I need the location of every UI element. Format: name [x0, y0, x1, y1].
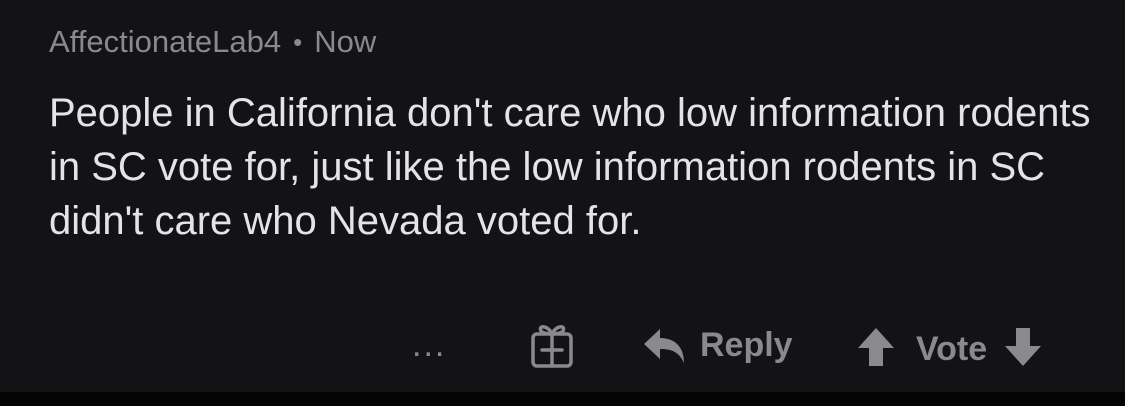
vote-count: Vote: [916, 330, 988, 368]
comment-body: People in California don't care who low …: [49, 91, 1091, 243]
award-button[interactable]: [528, 320, 576, 370]
gift-icon: [531, 325, 573, 368]
more-options-button[interactable]: ...: [412, 328, 446, 362]
comment-actions: ... Reply Vote: [0, 320, 1125, 376]
reply-button[interactable]: Reply: [642, 326, 793, 365]
downvote-button[interactable]: [1003, 326, 1043, 373]
comment-timestamp: Now: [314, 24, 377, 59]
comment-author[interactable]: AffectionateLab4: [49, 24, 281, 60]
reply-arrow-icon: [644, 328, 684, 363]
arrow-up-icon: [858, 328, 894, 366]
meta-separator: •: [293, 26, 303, 57]
comment-meta: AffectionateLab4 • Now: [49, 24, 376, 60]
arrow-down-icon: [1005, 328, 1042, 366]
vote-controls: Vote: [856, 326, 1043, 373]
upvote-button[interactable]: [856, 326, 896, 373]
reply-label: Reply: [700, 326, 793, 364]
comment-card: AffectionateLab4 • Now People in Califor…: [0, 0, 1125, 392]
